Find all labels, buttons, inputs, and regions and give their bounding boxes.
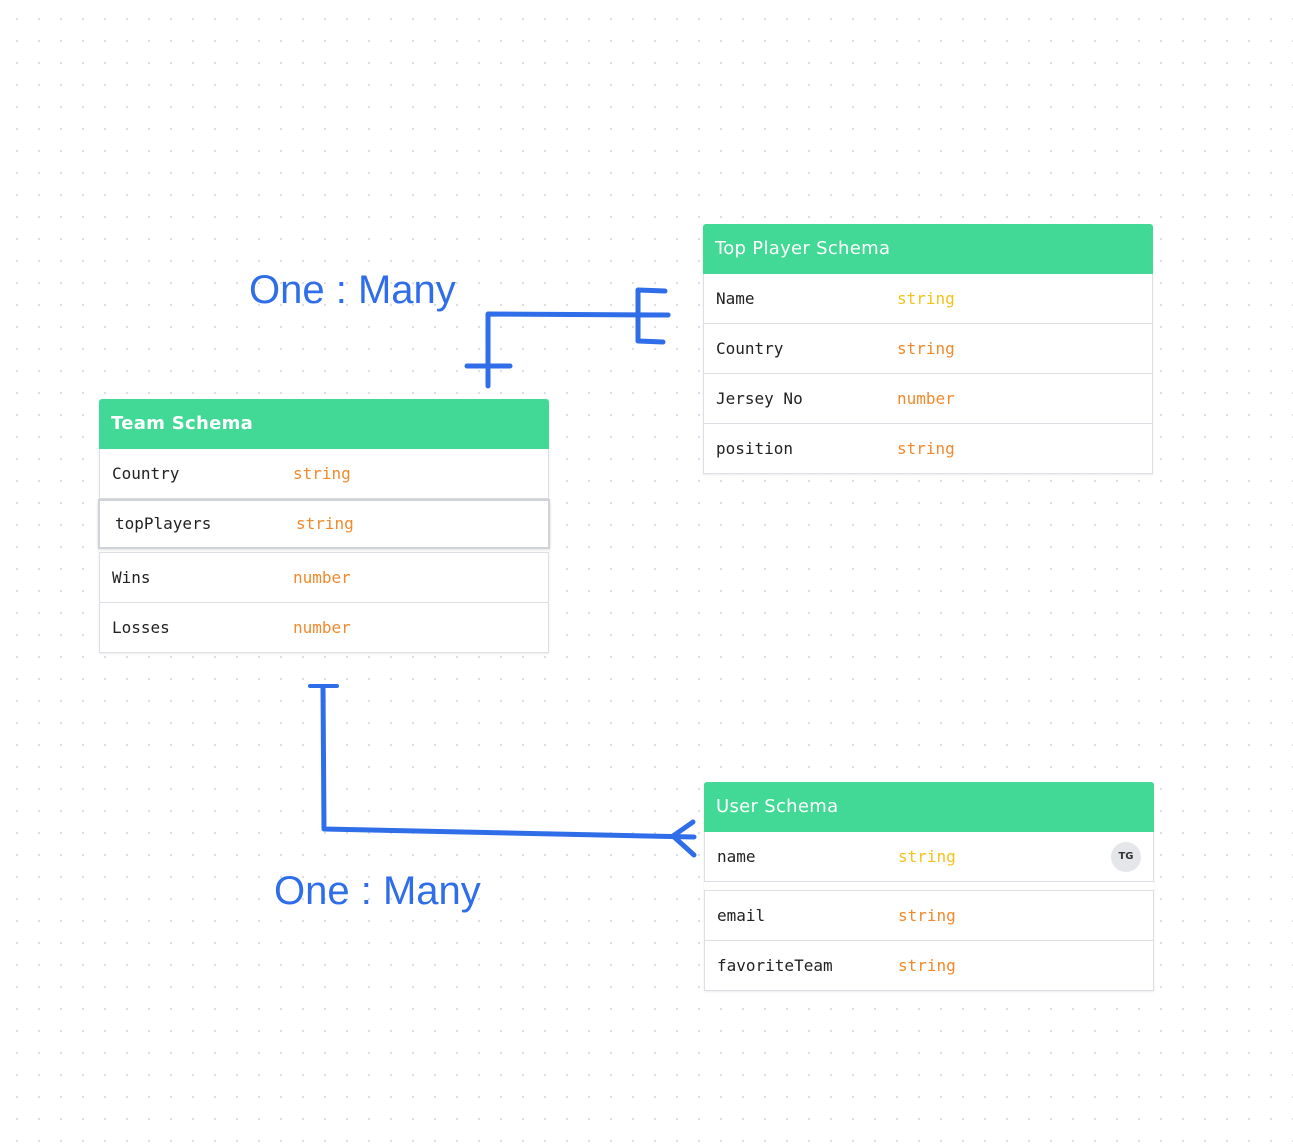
field-name: Wins xyxy=(112,568,151,587)
field-type: number xyxy=(293,568,351,587)
field-type: number xyxy=(293,618,351,637)
field-name: Jersey No xyxy=(716,389,803,408)
field-type: string xyxy=(897,339,955,358)
team-schema-table[interactable]: Team Schema Country string topPlayers st… xyxy=(98,399,550,653)
field-name: Country xyxy=(716,339,784,358)
field-type: string xyxy=(897,289,955,308)
table-row[interactable]: Jersey No number xyxy=(703,374,1153,424)
schema-header[interactable]: Top Player Schema xyxy=(703,224,1153,274)
field-name: topPlayers xyxy=(115,514,212,533)
table-row[interactable]: Losses number xyxy=(99,603,549,653)
table-row[interactable]: position string xyxy=(703,424,1153,474)
field-name: Country xyxy=(112,464,180,483)
field-type: string xyxy=(296,514,354,533)
diagram-canvas: One : Many One : Many Top Player Schema … xyxy=(0,0,1293,1144)
schema-header[interactable]: Team Schema xyxy=(99,399,549,449)
field-name: favoriteTeam xyxy=(717,956,833,975)
field-name: Name xyxy=(716,289,755,308)
field-type: string xyxy=(898,956,956,975)
many-marker-top-player xyxy=(635,287,671,345)
user-schema-table[interactable]: User Schema name string TG email string … xyxy=(704,782,1154,991)
connector-team-user xyxy=(320,684,697,840)
field-type: string xyxy=(897,439,955,458)
field-type: string xyxy=(898,906,956,925)
field-name: name xyxy=(717,847,756,866)
schema-header[interactable]: User Schema xyxy=(704,782,1154,832)
table-row[interactable]: Wins number xyxy=(99,552,549,603)
table-row[interactable]: Country string xyxy=(703,324,1153,374)
field-name: position xyxy=(716,439,794,458)
relation-label-team-top-player: One : Many xyxy=(249,268,456,312)
avatar[interactable]: TG xyxy=(1111,842,1141,872)
field-name: Losses xyxy=(112,618,170,637)
field-type: string xyxy=(293,464,351,483)
field-type: string xyxy=(898,847,956,866)
table-row[interactable]: Name string xyxy=(703,274,1153,324)
relation-label-team-user: One : Many xyxy=(274,869,481,913)
field-name: email xyxy=(717,906,766,925)
field-type: number xyxy=(897,389,955,408)
table-row[interactable]: Country string xyxy=(99,449,549,499)
table-row[interactable]: email string xyxy=(704,890,1154,941)
table-row[interactable]: name string TG xyxy=(704,832,1154,882)
table-row[interactable]: favoriteTeam string xyxy=(704,941,1154,991)
table-row-selected[interactable]: topPlayers string xyxy=(98,499,550,549)
top-player-schema-table[interactable]: Top Player Schema Name string Country st… xyxy=(703,224,1153,474)
connector-team-top-player xyxy=(485,311,671,389)
